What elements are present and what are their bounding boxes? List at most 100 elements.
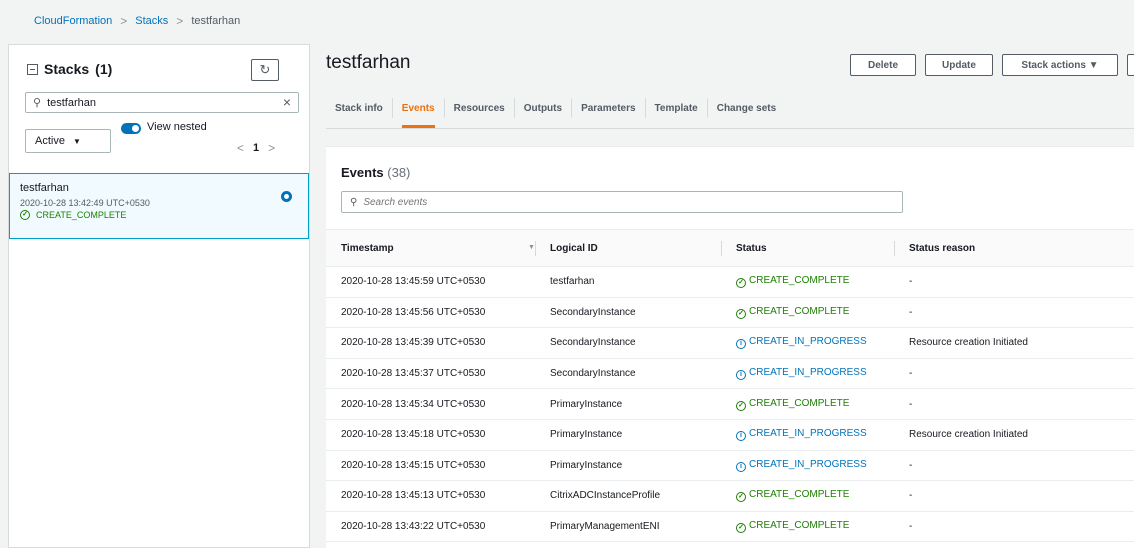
- events-title: Events: [341, 165, 384, 180]
- column-header-status[interactable]: Status: [721, 229, 894, 267]
- event-status: ✓ CREATE_COMPLETE: [721, 511, 894, 543]
- status-text: CREATE_COMPLETE: [749, 275, 850, 287]
- refresh-button[interactable]: ↻: [251, 59, 279, 81]
- status-indicator: i CREATE_IN_PROGRESS: [736, 336, 867, 350]
- check-circle-icon: ✓: [736, 523, 746, 534]
- stack-name: testfarhan: [20, 182, 69, 194]
- search-icon: ⚲: [350, 196, 358, 208]
- table-row[interactable]: 2020-10-28 13:45:18 UTC+0530 PrimaryInsta…: [326, 419, 1134, 451]
- breadcrumb: CloudFormation > Stacks > testfarhan: [34, 14, 240, 28]
- event-status-reason: -: [894, 450, 1134, 482]
- tab-stack-info[interactable]: Stack info: [326, 88, 392, 128]
- status-text: CREATE_IN_PROGRESS: [749, 428, 867, 440]
- table-row[interactable]: 2020-10-28 13:45:37 UTC+0530 SecondaryIns…: [326, 358, 1134, 390]
- collapse-icon[interactable]: [27, 63, 38, 75]
- event-status: i CREATE_IN_PROGRESS: [721, 450, 894, 482]
- stack-status: ✓ CREATE_COMPLETE: [20, 210, 298, 220]
- more-button[interactable]: [1127, 54, 1134, 76]
- table-row[interactable]: 2020-10-28 13:45:15 UTC+0530 PrimaryInsta…: [326, 450, 1134, 482]
- breadcrumb-cloudformation[interactable]: CloudFormation: [34, 15, 112, 27]
- stacks-count: (1): [95, 61, 113, 77]
- column-header-label: Timestamp: [341, 242, 394, 254]
- event-status: i CREATE_IN_PROGRESS: [721, 419, 894, 451]
- table-row[interactable]: 2020-10-28 13:45:59 UTC+0530 testfarhan ✓ C…: [326, 266, 1134, 298]
- events-search-input[interactable]: [363, 196, 884, 208]
- status-indicator: ✓ CREATE_COMPLETE: [736, 489, 849, 503]
- event-status: i CREATE_IN_PROGRESS: [721, 327, 894, 359]
- delete-button[interactable]: Delete: [850, 54, 916, 76]
- check-circle-icon: ✓: [736, 308, 746, 319]
- status-text: CREATE_COMPLETE: [749, 520, 850, 532]
- event-logical-id: PrimaryInstance: [535, 419, 721, 451]
- status-filter-select[interactable]: Active ▼: [25, 129, 111, 153]
- table-row[interactable]: 2020-10-28 13:45:34 UTC+0530 PrimaryInsta…: [326, 388, 1134, 420]
- tab-change-sets[interactable]: Change sets: [708, 88, 785, 128]
- table-row[interactable]: 2020-10-28 13:45:39 UTC+0530 SecondaryIns…: [326, 327, 1134, 359]
- info-circle-icon: i: [736, 370, 746, 381]
- table-row[interactable]: 2020-10-28 13:43:22 UTC+0530 PrimaryManag…: [326, 511, 1134, 543]
- check-circle-icon: ✓: [20, 210, 30, 220]
- status-text: CREATE_IN_PROGRESS: [749, 336, 867, 348]
- clear-icon[interactable]: ×: [283, 94, 291, 110]
- stack-radio-selected[interactable]: [281, 191, 292, 202]
- breadcrumb-current: testfarhan: [191, 15, 241, 27]
- stack-search-field[interactable]: ⚲ ×: [25, 92, 299, 113]
- column-divider: [894, 241, 895, 256]
- stack-created-time: 2020-10-28 13:42:49 UTC+0530: [20, 198, 150, 208]
- view-nested-toggle[interactable]: [121, 123, 141, 134]
- status-text: CREATE_COMPLETE: [749, 397, 850, 409]
- tabs-divider: [326, 128, 1134, 129]
- event-status: ✓ CREATE_COMPLETE: [721, 297, 894, 329]
- sort-descending-icon[interactable]: ▼: [528, 244, 535, 251]
- chevron-left-icon[interactable]: <: [237, 141, 244, 155]
- status-indicator: ✓ CREATE_COMPLETE: [736, 520, 850, 534]
- tab-outputs[interactable]: Outputs: [515, 88, 571, 128]
- view-nested-label: View nested: [147, 121, 207, 133]
- event-timestamp: 2020-10-28 13:45:39 UTC+0530: [326, 327, 535, 359]
- events-panel: Events (38) ⚲ Timestamp ▼ Logical ID Sta…: [326, 146, 1134, 548]
- stack-actions-button[interactable]: Stack actions ▼: [1002, 54, 1118, 76]
- status-text: CREATE_IN_PROGRESS: [749, 367, 867, 379]
- chevron-right-icon[interactable]: >: [268, 141, 275, 155]
- refresh-icon: ↻: [259, 62, 271, 77]
- info-circle-icon: i: [736, 339, 746, 350]
- event-timestamp: 2020-10-28 13:45:18 UTC+0530: [326, 419, 535, 451]
- tab-events[interactable]: Events: [393, 88, 444, 128]
- events-search-field[interactable]: ⚲: [341, 191, 903, 213]
- stack-list-item[interactable]: testfarhan 2020-10-28 13:42:49 UTC+0530 …: [9, 173, 309, 239]
- event-status-reason: -: [894, 511, 1134, 543]
- info-circle-icon: i: [736, 431, 746, 442]
- event-timestamp: 2020-10-28 13:45:56 UTC+0530: [326, 297, 535, 329]
- check-circle-icon: ✓: [736, 492, 746, 503]
- tab-template[interactable]: Template: [646, 88, 707, 128]
- event-timestamp: 2020-10-28 13:45:37 UTC+0530: [326, 358, 535, 390]
- event-status: i CREATE_IN_PROGRESS: [721, 358, 894, 390]
- tab-parameters[interactable]: Parameters: [572, 88, 644, 128]
- event-timestamp: 2020-10-28 13:45:15 UTC+0530: [326, 450, 535, 482]
- event-logical-id: PrimaryInstance: [535, 450, 721, 482]
- check-circle-icon: ✓: [736, 400, 746, 411]
- column-header-status-reason[interactable]: Status reason: [894, 229, 1134, 267]
- breadcrumb-stacks[interactable]: Stacks: [135, 15, 168, 27]
- events-count: (38): [387, 165, 411, 180]
- status-filter-value: Active: [35, 135, 65, 147]
- stack-search-input[interactable]: [47, 96, 268, 109]
- update-button[interactable]: Update: [925, 54, 993, 76]
- page-number[interactable]: 1: [253, 142, 259, 154]
- info-circle-icon: i: [736, 461, 746, 472]
- chevron-right-icon: >: [176, 14, 184, 28]
- stacks-heading: Stacks: [44, 61, 90, 77]
- status-indicator: ✓ CREATE_COMPLETE: [736, 397, 850, 411]
- status-text: CREATE_COMPLETE: [749, 305, 850, 317]
- events-table: Timestamp ▼ Logical ID Status Status rea…: [326, 229, 1134, 543]
- column-header-timestamp[interactable]: Timestamp ▼: [326, 229, 535, 267]
- tab-resources[interactable]: Resources: [445, 88, 514, 128]
- event-status: ✓ CREATE_COMPLETE: [721, 266, 894, 298]
- table-row[interactable]: 2020-10-28 13:45:13 UTC+0530 CitrixADCIns…: [326, 480, 1134, 512]
- column-header-logical-id[interactable]: Logical ID: [535, 229, 721, 267]
- chevron-right-icon: >: [120, 14, 128, 28]
- event-status-reason: Resource creation Initiated: [894, 327, 1134, 359]
- event-timestamp: 2020-10-28 13:45:34 UTC+0530: [326, 388, 535, 420]
- table-row[interactable]: 2020-10-28 13:45:56 UTC+0530 SecondaryIns…: [326, 297, 1134, 329]
- check-circle-icon: ✓: [736, 278, 746, 289]
